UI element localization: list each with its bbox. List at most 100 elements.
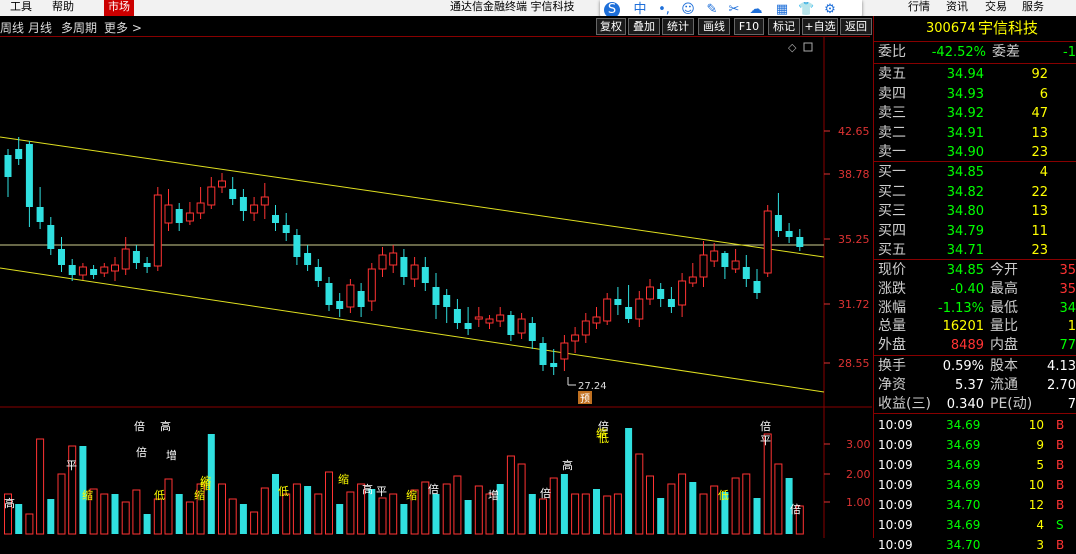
candle-body-up bbox=[185, 212, 194, 222]
bid-row-volume: 22 bbox=[1031, 184, 1048, 200]
volume-bar-up bbox=[442, 483, 451, 535]
candle-body-down bbox=[58, 249, 65, 265]
volume-mark: 倍 bbox=[428, 482, 439, 496]
candle-body-up bbox=[710, 250, 719, 262]
stat-value: 34 bbox=[1059, 300, 1076, 316]
stat-value: 8489 bbox=[950, 338, 984, 354]
volume-bar-up bbox=[517, 463, 526, 535]
divider bbox=[874, 63, 1076, 64]
kline-chart[interactable]: ◇ 27.24预 42.65 38.78 35.25 31.72 28.55 3.00 2… bbox=[0, 37, 872, 538]
volume-bar-up bbox=[699, 493, 708, 535]
tick-time: 10:09 bbox=[878, 438, 913, 452]
volume-bar-up bbox=[742, 473, 751, 535]
candle-body-down bbox=[229, 189, 237, 199]
candle-body-down bbox=[239, 197, 247, 211]
divider bbox=[874, 41, 1076, 42]
candle-body-down bbox=[293, 235, 301, 257]
ask-row[interactable]: 卖四 34.93 6 bbox=[874, 85, 1076, 104]
volume-mark: 平 bbox=[760, 434, 771, 447]
candle-body-up bbox=[100, 266, 109, 274]
ask-row[interactable]: 卖五 34.94 92 bbox=[874, 65, 1076, 84]
candle-body-up bbox=[731, 260, 740, 270]
stat-value: -1.13% bbox=[938, 300, 984, 316]
stat-label: 最高 bbox=[990, 280, 1018, 297]
period-more[interactable]: 更多 > bbox=[104, 19, 142, 36]
volume-bar-down bbox=[15, 504, 23, 534]
bid-row[interactable]: 买五 34.71 23 bbox=[874, 241, 1076, 260]
candle-body-up bbox=[635, 298, 644, 320]
volume-bar-up bbox=[282, 493, 291, 535]
tick-side: B bbox=[1056, 538, 1065, 552]
menu-news[interactable]: 资讯 bbox=[946, 0, 968, 16]
menu-quotes[interactable]: 行情 bbox=[908, 0, 930, 16]
menu-market[interactable]: 市场 bbox=[104, 0, 134, 16]
fund-value: 4.13 bbox=[1047, 359, 1076, 374]
period-month[interactable]: 月线 bbox=[28, 19, 52, 36]
tick-time: 10:09 bbox=[878, 538, 913, 552]
bid-row[interactable]: 买三 34.80 13 bbox=[874, 202, 1076, 221]
candle-body-down bbox=[742, 267, 750, 279]
volume-bar-up bbox=[325, 471, 333, 535]
tick-volume: 3 bbox=[1036, 538, 1044, 552]
tool-stats[interactable]: 统计 bbox=[662, 18, 694, 35]
candle-body-down bbox=[4, 155, 12, 177]
candle-body-up bbox=[378, 254, 387, 270]
quote-stat-row: 涨跌 -0.40 最高 35 bbox=[874, 280, 1076, 299]
chart-diamond-icon[interactable]: ◇ bbox=[788, 41, 797, 54]
bid-row-label: 买三 bbox=[878, 203, 906, 220]
menu-help[interactable]: 帮助 bbox=[52, 0, 74, 16]
bid-row[interactable]: 买四 34.79 11 bbox=[874, 222, 1076, 241]
tool-back[interactable]: 返回 bbox=[840, 18, 872, 35]
ask-row-price: 34.92 bbox=[946, 106, 984, 122]
candle-body-down bbox=[453, 309, 461, 323]
bid-row[interactable]: 买二 34.82 22 bbox=[874, 183, 1076, 202]
volume-mark: 平 bbox=[376, 485, 387, 498]
stat-label: 现价 bbox=[878, 262, 906, 278]
candle-body-up bbox=[78, 266, 87, 276]
bid-row-price: 34.71 bbox=[946, 243, 984, 259]
bid-row-price: 34.79 bbox=[946, 223, 984, 239]
tick-time: 10:09 bbox=[878, 518, 913, 532]
volume-mark: 高 bbox=[160, 419, 171, 433]
menu-trade[interactable]: 交易 bbox=[985, 0, 1007, 16]
ask-row[interactable]: 卖二 34.91 13 bbox=[874, 124, 1076, 143]
ask-row[interactable]: 卖一 34.90 23 bbox=[874, 143, 1076, 162]
candle-body-down bbox=[175, 209, 183, 223]
fund-value: 5.37 bbox=[955, 377, 984, 393]
ask-row[interactable]: 卖三 34.92 47 bbox=[874, 104, 1076, 123]
candle-body-up bbox=[485, 318, 494, 324]
tick-volume: 10 bbox=[1028, 478, 1044, 492]
period-multi[interactable]: 多周期 bbox=[61, 19, 97, 36]
tool-add-favorite[interactable]: +自选 bbox=[802, 18, 838, 35]
divider bbox=[874, 355, 1076, 356]
tick-row: 10:09 34.69 4 S bbox=[874, 516, 1076, 534]
candle-body-down bbox=[272, 215, 279, 223]
menu-service[interactable]: 服务 bbox=[1022, 0, 1044, 16]
ask-row-volume: 92 bbox=[1031, 67, 1048, 82]
tool-draw[interactable]: 画线 bbox=[698, 18, 730, 35]
volume-bar-up bbox=[121, 501, 130, 535]
tool-mark[interactable]: 标记 bbox=[768, 18, 800, 35]
period-week[interactable]: 周线 bbox=[0, 19, 24, 36]
bid-row[interactable]: 买一 34.85 4 bbox=[874, 163, 1076, 182]
bid-row-label: 买一 bbox=[878, 164, 906, 180]
divider bbox=[874, 413, 1076, 414]
stat-label: 今开 bbox=[990, 262, 1018, 278]
tool-f10[interactable]: F10 bbox=[734, 18, 764, 35]
volume-mark: 高 bbox=[4, 496, 15, 510]
volume-mark: 倍 bbox=[790, 502, 801, 516]
volume-bar-down bbox=[657, 498, 665, 534]
tool-overlay[interactable]: 叠加 bbox=[628, 18, 660, 35]
ask-row-volume: 6 bbox=[1039, 86, 1048, 102]
candle-body-up bbox=[153, 194, 162, 267]
volume-mark: 缩 bbox=[194, 489, 205, 502]
candle-body-down bbox=[667, 299, 675, 307]
volume-bar-up bbox=[100, 493, 109, 535]
ask-row-volume: 13 bbox=[1031, 125, 1048, 141]
candle-body-up bbox=[196, 202, 205, 214]
candle-body-down bbox=[774, 215, 782, 231]
menu-tools[interactable]: 工具 bbox=[10, 0, 32, 16]
tool-restore-rights[interactable]: 复权 bbox=[596, 18, 626, 35]
candle-body-down bbox=[25, 144, 33, 207]
volume-bar-up bbox=[260, 487, 269, 535]
